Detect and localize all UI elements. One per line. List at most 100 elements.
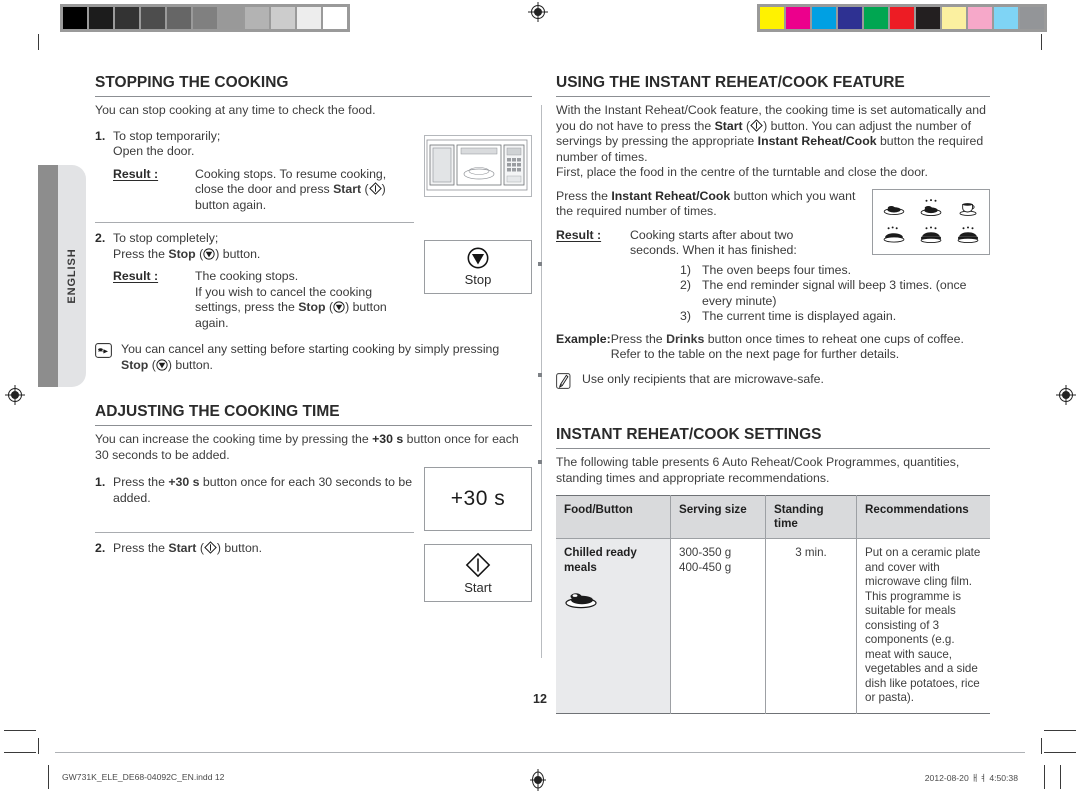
stop-keyword: Stop (298, 300, 326, 314)
column-header-serving-size: Serving size (670, 495, 766, 539)
gray-swatch-3 (141, 7, 165, 29)
color-swatch-2 (812, 7, 836, 29)
language-tab-label: ENGLISH (66, 248, 78, 304)
plus30s-button-label: +30 s (450, 487, 506, 510)
trim-mark-bottom-right (1041, 738, 1042, 754)
footer-file-name: GW731K_ELE_DE68-04092C_EN.indd 12 (62, 772, 225, 782)
trim-mark-right-edge (1044, 765, 1045, 789)
result-label: Result : (556, 227, 602, 242)
step-number: 1. (95, 475, 106, 489)
step-line-1: To stop completely; (113, 231, 219, 245)
step-separator-rule (95, 222, 414, 223)
heading-instant-reheat-cook-settings: Instant reheat/cook settings (556, 426, 990, 449)
step-text-pre: Press the (113, 475, 169, 489)
stop-symbol-icon (203, 247, 215, 260)
microwave-oven-illustration (424, 134, 532, 197)
color-swatch-3 (838, 7, 862, 29)
item-marker: 2) (680, 278, 691, 292)
table-header: Food/Button Serving size Standing time R… (556, 495, 990, 539)
language-tab-english: ENGLISH (38, 165, 86, 387)
chilled-ready-meal-plate-icon (564, 587, 662, 614)
page-number: 12 (533, 692, 547, 706)
result-line-1: Cooking stops. To resume cooking, (195, 166, 387, 181)
step-number: 2. (95, 541, 106, 555)
grayscale-calibration-bar (60, 4, 350, 32)
press-the-text: Press the (113, 246, 169, 261)
registration-mark-top-center (528, 2, 548, 22)
color-swatch-5 (890, 7, 914, 29)
gray-swatch-5 (193, 7, 217, 29)
result-line-2: If you wish to cancel the cooking (195, 284, 373, 299)
color-swatch-7 (942, 7, 966, 29)
stop-button-illustration: Stop (424, 239, 532, 294)
paren-open: ( (196, 541, 204, 555)
cup-drink-icon-3 (959, 203, 977, 216)
paren-open: ( (148, 357, 156, 372)
trim-mark-right-edge2 (1060, 765, 1061, 789)
paren-open: ( (742, 118, 751, 133)
step-number: 2. (95, 231, 106, 245)
stop-symbol-icon (156, 358, 168, 371)
stop-symbol-icon (333, 301, 345, 313)
example-label: Example: (556, 331, 611, 346)
instant-reheat-paragraph-1: With the Instant Reheat/Cook feature, th… (556, 103, 990, 165)
start-button-label: Start (464, 579, 492, 595)
trim-mark-right-footer (1044, 752, 1076, 753)
example-pre: Press the (610, 331, 667, 346)
heading-adjusting-the-cooking-time: Adjusting the cooking time (95, 403, 532, 426)
start-diamond-icon (750, 118, 763, 132)
plus30s-keyword: +30 s (168, 475, 200, 489)
stop-symbol-icon (467, 247, 489, 269)
cell-food-button: Chilled ready meals (556, 538, 671, 713)
trim-mark-bottom-left (38, 738, 39, 754)
item-text: The current time is displayed again. (702, 309, 897, 323)
result-item: 2) The end reminder signal will beep 3 t… (680, 278, 990, 309)
trim-mark-top-right (1041, 34, 1042, 50)
notepad-pencil-note-icon (556, 372, 574, 394)
result-line-1: The cooking stops. (195, 269, 299, 283)
color-swatch-6 (916, 7, 940, 29)
stopping-intro-text: You can stop cooking at any time to chec… (95, 103, 376, 117)
gray-swatch-4 (167, 7, 191, 29)
table-header-row: Food/Button Serving size Standing time R… (556, 495, 990, 539)
registration-mark-left (5, 385, 25, 405)
result-block-2: Result : The cooking stops. If you wish … (113, 269, 414, 331)
footer-timestamp: 2012-08-20 ㅐㅕ 4:50:38 (924, 773, 1018, 783)
color-swatch-9 (994, 7, 1018, 29)
drinks-keyword: Drinks (666, 331, 705, 346)
trim-mark-right-lower (1044, 730, 1076, 731)
gray-swatch-6 (219, 7, 243, 29)
step-text-pre: Press the (113, 541, 169, 555)
instant-reheat-paragraph-3: Press the Instant Reheat/Cook button whi… (556, 189, 860, 220)
note-microwave-safe: Use only recipients that are microwave-s… (556, 372, 990, 394)
result-line-1: Cooking starts after about two (630, 227, 794, 242)
footer-rule (55, 752, 1025, 753)
stop-keyword: Stop (168, 246, 196, 261)
cell-recommendations: Put on a ceramic plate and cover with mi… (856, 538, 990, 713)
plate-food-steam-icon-2 (920, 199, 942, 217)
gray-swatch-0 (63, 7, 87, 29)
paren-open: ( (325, 300, 334, 314)
note-cancel-setting: You can cancel any setting before starti… (95, 342, 532, 373)
column-header-standing-time: Standing time (765, 495, 857, 539)
result-line-3: settings, press the Stop () button again… (195, 300, 414, 331)
color-calibration-bar (757, 4, 1047, 32)
instant-reheat-cook-keyword: Instant Reheat/Cook (611, 188, 731, 203)
dish-steam-icon-6 (957, 226, 979, 244)
plus30s-keyword: +30 s (372, 432, 404, 446)
color-swatch-10 (1020, 7, 1044, 29)
registration-mark-right (1056, 385, 1076, 405)
plate-food-icon-1 (884, 206, 905, 216)
right-column: Using the instant reheat/cook feature Wi… (556, 74, 990, 714)
note-line-1: You can cancel any setting before starti… (121, 342, 500, 356)
column-header-recommendations: Recommendations (856, 495, 990, 539)
adjusting-intro-text: You can increase the cooking time by pre… (95, 432, 532, 463)
gray-swatch-1 (89, 7, 113, 29)
start-keyword: Start (714, 118, 743, 133)
result-line-3: button again. (195, 197, 267, 212)
step-press-plus30s: 1. Press the +30 s button once for each … (95, 475, 414, 506)
table-row: Chilled ready meals 300-350 g 400-450 g … (556, 538, 990, 713)
instant-reheat-cook-keyword: Instant Reheat/Cook (757, 134, 877, 148)
trim-mark-left-lower (4, 730, 36, 731)
trim-mark-top-left (38, 34, 39, 50)
